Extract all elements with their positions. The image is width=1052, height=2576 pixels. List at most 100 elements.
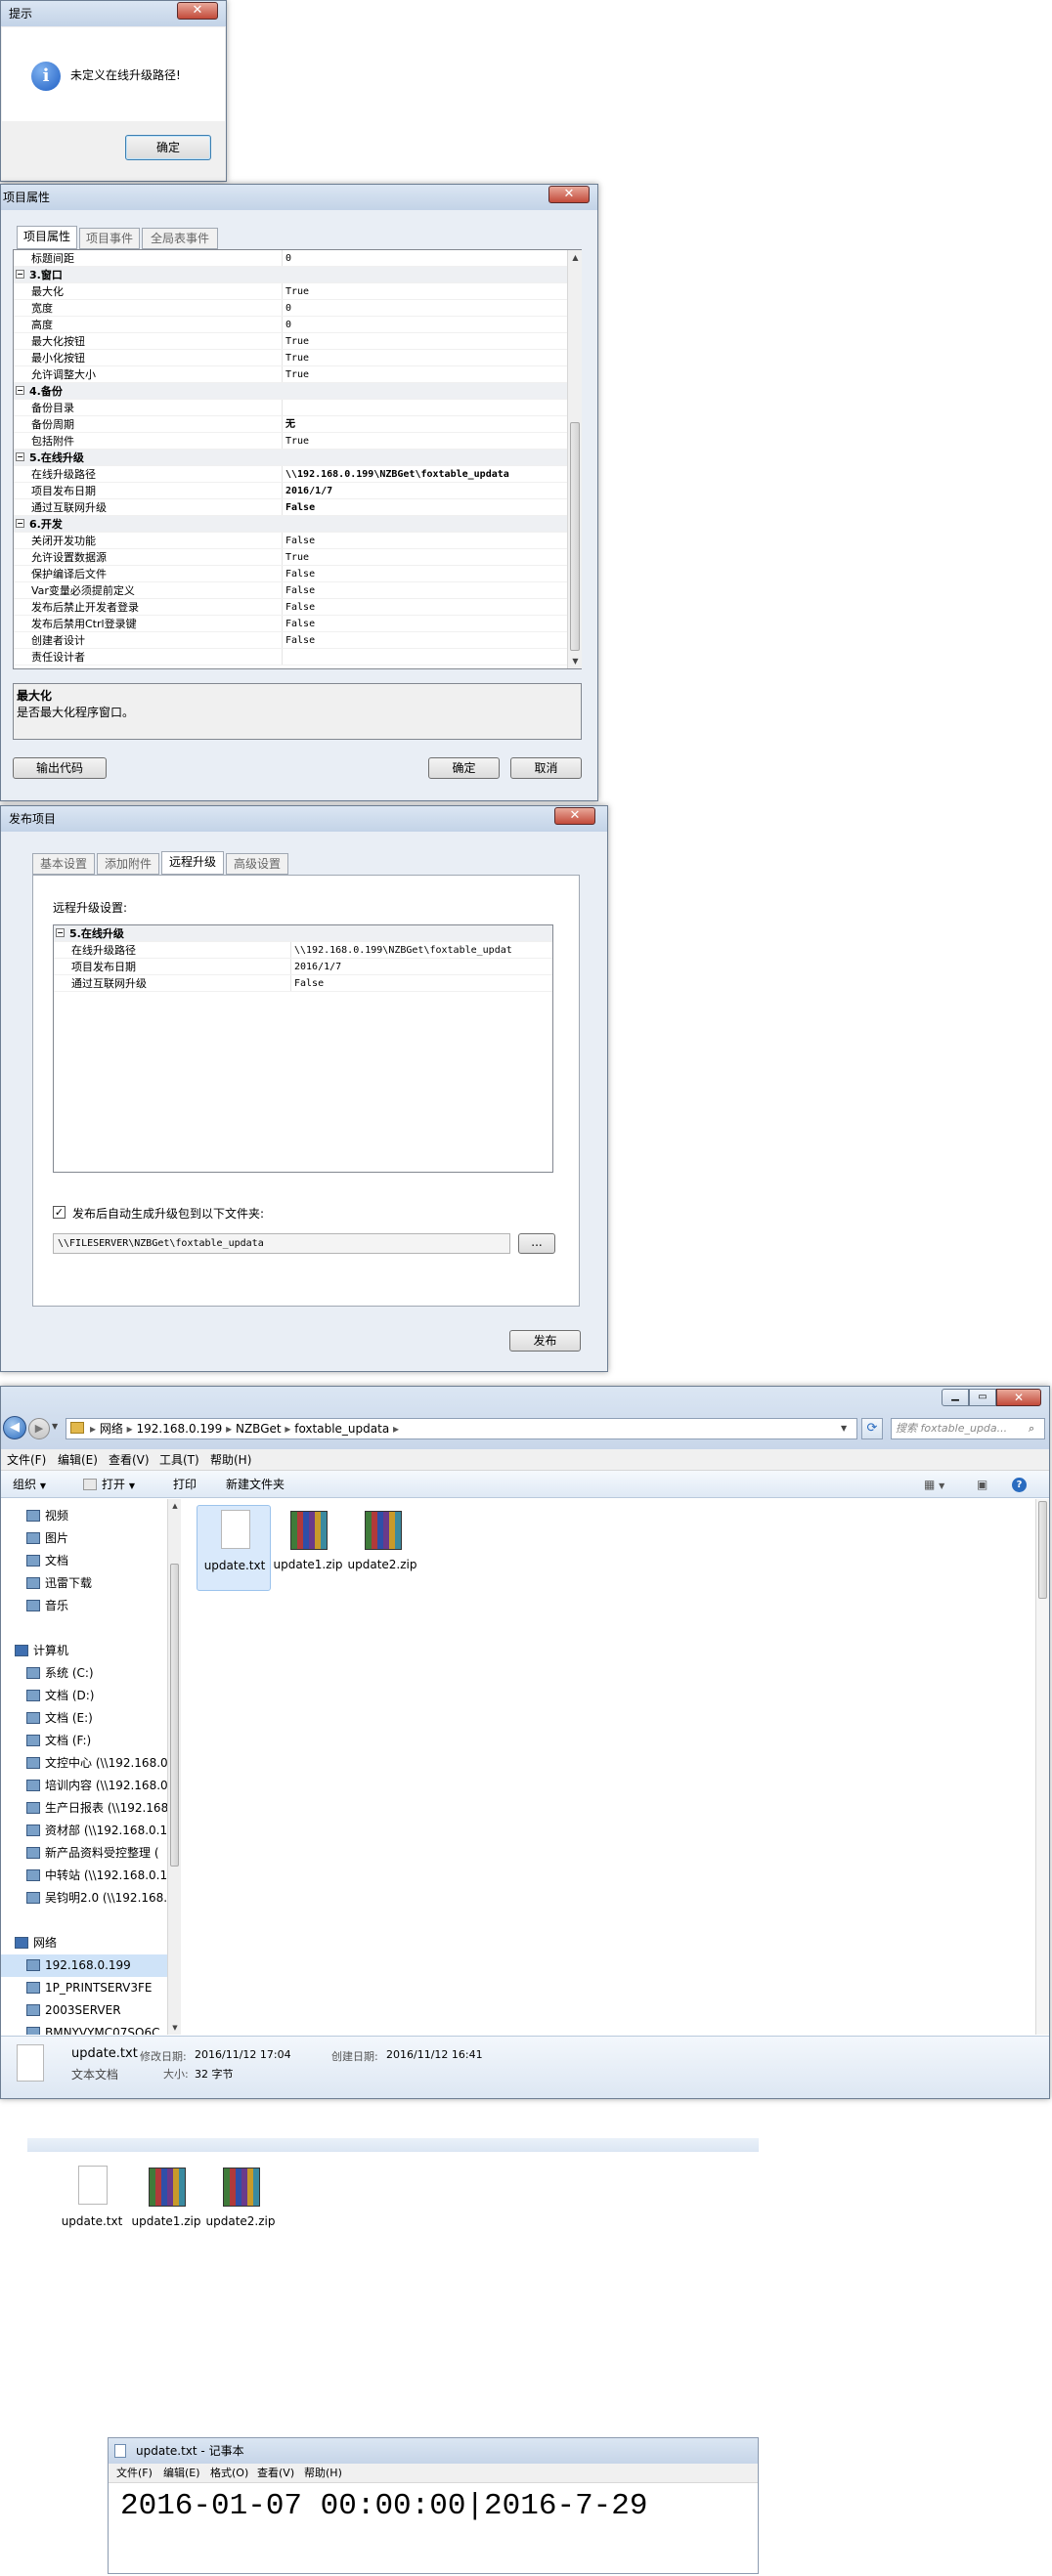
nav-item[interactable]: 192.168.0.199 bbox=[1, 1954, 167, 1977]
menu-item[interactable]: 帮助(H) bbox=[210, 1449, 251, 1471]
auto-package-checkbox[interactable]: ✓ bbox=[53, 1206, 66, 1219]
property-value[interactable]: False bbox=[285, 499, 315, 516]
property-row[interactable]: 高度 0 bbox=[14, 317, 567, 333]
menu-item[interactable]: 帮助(H) bbox=[304, 2464, 342, 2483]
breadcrumb-share[interactable]: NZBGet bbox=[236, 1422, 282, 1436]
nav-item[interactable]: 系统 (C:) bbox=[1, 1662, 167, 1685]
property-category[interactable]: −5.在线升级 bbox=[54, 925, 552, 942]
property-value[interactable]: 2016/1/7 bbox=[294, 959, 341, 975]
property-row[interactable]: 项目发布日期 2016/1/7 bbox=[14, 483, 567, 499]
file-item[interactable]: update1.zip bbox=[271, 1505, 345, 1591]
property-row[interactable]: 宽度 0 bbox=[14, 300, 567, 317]
breadcrumb-folder[interactable]: foxtable_updata bbox=[294, 1422, 389, 1436]
property-value[interactable]: True bbox=[285, 333, 309, 350]
print-button[interactable]: 打印 bbox=[173, 1471, 197, 1498]
close-button[interactable]: ✕ bbox=[177, 2, 218, 20]
collapse-icon[interactable]: − bbox=[16, 270, 24, 279]
property-value[interactable]: False bbox=[294, 975, 324, 992]
help-icon[interactable]: ? bbox=[1012, 1478, 1027, 1492]
property-value[interactable]: True bbox=[285, 433, 309, 450]
tab-advanced-settings[interactable]: 高级设置 bbox=[226, 853, 288, 875]
nav-item[interactable]: 1P_PRINTSERV3FE bbox=[1, 1977, 167, 1999]
property-value[interactable]: False bbox=[285, 632, 315, 649]
property-row[interactable]: 通过互联网升级 False bbox=[54, 975, 552, 992]
package-path-field[interactable]: \\FILESERVER\NZBGet\foxtable_updata bbox=[53, 1233, 510, 1254]
tab-global-table-events[interactable]: 全局表事件 bbox=[142, 228, 218, 249]
property-value[interactable]: \\192.168.0.199\NZBGet\foxtable_updata bbox=[285, 466, 509, 483]
property-value[interactable]: 0 bbox=[285, 317, 291, 333]
property-category[interactable]: −5.在线升级 bbox=[14, 450, 567, 466]
nav-item[interactable]: 视频 bbox=[1, 1505, 167, 1527]
property-category[interactable]: −6.开发 bbox=[14, 516, 567, 533]
nav-item[interactable]: 文档 bbox=[1, 1550, 167, 1572]
organize-button[interactable]: 组织 ▼ bbox=[13, 1471, 46, 1500]
property-row[interactable]: 通过互联网升级 False bbox=[14, 499, 567, 516]
file-item[interactable]: update2.zip bbox=[345, 1505, 419, 1591]
property-value[interactable]: 无 bbox=[285, 416, 295, 433]
notepad-text-area[interactable]: 2016-01-07 00:00:00|2016-7-29 bbox=[120, 2489, 648, 2524]
nav-item[interactable]: 图片 bbox=[1, 1527, 167, 1550]
property-row[interactable]: 允许调整大小 True bbox=[14, 366, 567, 383]
breadcrumb-network[interactable]: 网络 bbox=[100, 1422, 123, 1436]
open-button[interactable]: 打开 ▼ bbox=[83, 1471, 135, 1500]
menu-item[interactable]: 编辑(E) bbox=[58, 1449, 98, 1471]
property-value[interactable]: True bbox=[285, 549, 309, 566]
tab-project-properties[interactable]: 项目属性 bbox=[17, 226, 77, 249]
nav-item[interactable]: 文档 (F:) bbox=[1, 1730, 167, 1752]
nav-scrollbar[interactable]: ▲ ▼ bbox=[167, 1499, 181, 2035]
file-item[interactable]: update2.zip bbox=[203, 2162, 278, 2248]
file-item[interactable]: update.txt bbox=[55, 2162, 129, 2248]
props-scroll-thumb[interactable] bbox=[570, 422, 580, 651]
property-row[interactable]: 在线升级路径 \\192.168.0.199\NZBGet\foxtable_up… bbox=[14, 466, 567, 483]
collapse-icon[interactable]: − bbox=[16, 519, 24, 528]
cancel-button[interactable]: 取消 bbox=[510, 757, 582, 779]
address-bar[interactable]: ▸ 网络 ▸ 192.168.0.199 ▸ NZBGet ▸ foxtable… bbox=[66, 1418, 857, 1439]
property-value[interactable]: True bbox=[285, 283, 309, 300]
file-scroll-thumb[interactable] bbox=[1038, 1501, 1047, 1599]
tab-basic-settings[interactable]: 基本设置 bbox=[32, 853, 95, 875]
nav-item[interactable]: 资材部 (\\192.168.0.1 bbox=[1, 1820, 167, 1842]
property-row[interactable]: Var变量必须提前定义 False bbox=[14, 582, 567, 599]
address-dropdown-icon[interactable]: ▼ bbox=[841, 1419, 847, 1438]
browse-button[interactable]: ... bbox=[518, 1233, 555, 1254]
nav-item[interactable]: 计算机 bbox=[1, 1640, 167, 1662]
props-scrollbar[interactable]: ▲ ▼ bbox=[567, 250, 582, 668]
nav-item[interactable]: 培训内容 (\\192.168.0 bbox=[1, 1775, 167, 1797]
ok-button[interactable]: 确定 bbox=[125, 135, 211, 160]
nav-item[interactable]: 2003SERVER bbox=[1, 1999, 167, 2022]
property-row[interactable]: 创建者设计 False bbox=[14, 632, 567, 649]
forward-button[interactable]: ▶ bbox=[28, 1418, 50, 1439]
property-row[interactable]: 责任设计者 bbox=[14, 649, 567, 665]
property-row[interactable]: 最小化按钮 True bbox=[14, 350, 567, 366]
menu-item[interactable]: 文件(F) bbox=[116, 2464, 153, 2483]
property-value[interactable]: 0 bbox=[285, 250, 291, 267]
property-row[interactable]: 备份目录 bbox=[14, 400, 567, 416]
collapse-icon[interactable]: − bbox=[16, 452, 24, 461]
nav-item[interactable]: 中转站 (\\192.168.0.1 bbox=[1, 1865, 167, 1887]
refresh-button[interactable]: ⟳ bbox=[861, 1418, 883, 1439]
property-value[interactable]: False bbox=[285, 566, 315, 582]
close-icon[interactable]: ✕ bbox=[996, 1389, 1041, 1406]
menu-item[interactable]: 编辑(E) bbox=[163, 2464, 200, 2483]
scroll-up-icon[interactable]: ▲ bbox=[168, 1499, 182, 1513]
nav-item[interactable]: 文档 (D:) bbox=[1, 1685, 167, 1707]
property-row[interactable]: 发布后禁止开发者登录 False bbox=[14, 599, 567, 616]
file-item[interactable]: update1.zip bbox=[129, 2162, 203, 2248]
property-value[interactable]: \\192.168.0.199\NZBGet\foxtable_updat bbox=[294, 942, 512, 959]
property-value[interactable]: True bbox=[285, 366, 309, 383]
close-button[interactable]: ✕ bbox=[554, 807, 595, 825]
property-row[interactable]: 包括附件 True bbox=[14, 433, 567, 450]
publish-button[interactable]: 发布 bbox=[509, 1330, 581, 1352]
new-folder-button[interactable]: 新建文件夹 bbox=[226, 1471, 285, 1498]
view-options-icon[interactable]: ▦ ▼ bbox=[924, 1471, 944, 1500]
nav-item[interactable]: 文档 (E:) bbox=[1, 1707, 167, 1730]
scroll-up-icon[interactable]: ▲ bbox=[568, 250, 583, 265]
nav-item[interactable]: 音乐 bbox=[1, 1595, 167, 1617]
property-row[interactable]: 最大化按钮 True bbox=[14, 333, 567, 350]
export-code-button[interactable]: 输出代码 bbox=[13, 757, 107, 779]
collapse-icon[interactable]: − bbox=[56, 928, 65, 937]
nav-item[interactable]: 生产日报表 (\\192.168 bbox=[1, 1797, 167, 1820]
menu-item[interactable]: 工具(T) bbox=[159, 1449, 199, 1471]
property-row[interactable]: 保护编译后文件 False bbox=[14, 566, 567, 582]
ok-button[interactable]: 确定 bbox=[428, 757, 500, 779]
